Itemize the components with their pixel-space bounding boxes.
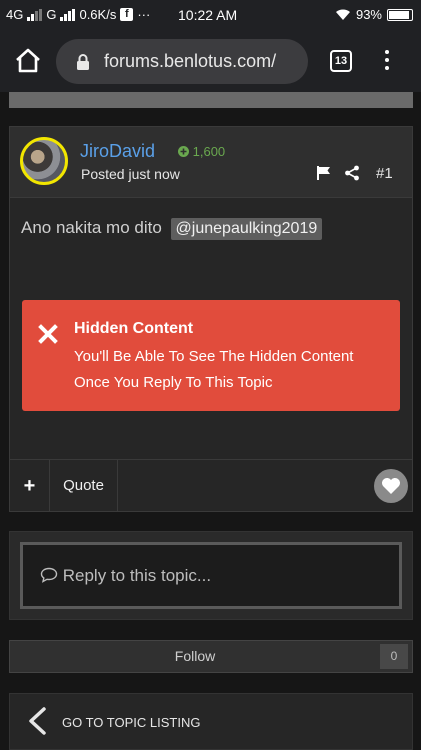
topic-listing-label: GO TO TOPIC LISTING [62,715,201,730]
status-left: 4G G 0.6K/s f ··· [6,7,150,22]
plus-circle-icon [178,146,189,157]
browser-toolbar: forums.benlotus.com/ 13 [0,30,421,92]
status-bar: 4G G 0.6K/s f ··· 10:22 AM 93% [0,0,421,30]
follower-count: 0 [380,644,408,669]
more-notifications-icon: ··· [137,7,151,22]
signal-icon [27,8,43,21]
address-bar[interactable]: forums.benlotus.com/ [56,39,308,84]
hidden-content-message: You'll Be Able To See The Hidden Content… [74,348,354,391]
battery-icon [387,8,413,21]
post-timestamp: Posted just now [81,166,180,182]
reply-placeholder: Reply to this topic... [40,566,211,586]
post-header: JiroDavid 1,600 Posted just now #1 [10,127,412,198]
post-body: Ano nakita mo dito @junepaulking2019 [21,218,323,240]
lock-icon [77,54,89,70]
comment-icon [40,567,58,583]
quote-button[interactable]: Quote [50,460,118,512]
reply-input[interactable]: Reply to this topic... [20,542,402,609]
author-name[interactable]: JiroDavid [80,141,155,162]
battery-percent: 93% [355,7,382,22]
follow-button[interactable]: Follow 0 [9,640,413,673]
share-icon[interactable] [344,165,360,181]
go-to-topic-listing[interactable]: GO TO TOPIC LISTING [9,693,413,750]
chevron-left-icon [29,707,46,735]
reply-section: Reply to this topic... [9,531,413,620]
url-text: forums.benlotus.com/ [104,51,277,71]
reputation-value: 1,600 [192,144,226,159]
tabs-icon[interactable]: 13 [330,50,352,72]
previous-section-bar [9,92,413,108]
network-type-1: 4G [6,7,24,22]
reply-placeholder-text: Reply to this topic... [62,566,212,585]
hidden-content-notice: Hidden Content You'll Be Able To See The… [22,300,400,411]
like-button[interactable] [374,469,408,503]
facebook-icon: f [120,8,134,21]
network-speed: 0.6K/s [79,7,117,22]
user-mention[interactable]: @junepaulking2019 [170,218,323,240]
status-right: 93% [335,7,413,22]
forum-post: JiroDavid 1,600 Posted just now #1 Ano n… [9,126,413,512]
clock: 10:22 AM [178,7,238,23]
wifi-icon [335,9,350,20]
network-type-2: G [46,7,57,22]
avatar[interactable] [20,137,68,185]
post-number[interactable]: #1 [376,165,393,182]
flag-icon[interactable] [316,165,332,181]
multiquote-button[interactable]: + [10,460,50,512]
heart-icon [382,478,400,494]
home-icon[interactable] [14,48,42,74]
signal-icon-2 [60,8,76,21]
hidden-content-title: Hidden Content [74,320,194,337]
close-x-icon [38,324,58,344]
post-text: Ano nakita mo dito [21,218,162,237]
post-actions: + Quote [10,459,412,512]
menu-icon[interactable] [384,50,390,72]
reputation-badge: 1,600 [178,144,225,159]
follow-label: Follow [174,648,216,664]
